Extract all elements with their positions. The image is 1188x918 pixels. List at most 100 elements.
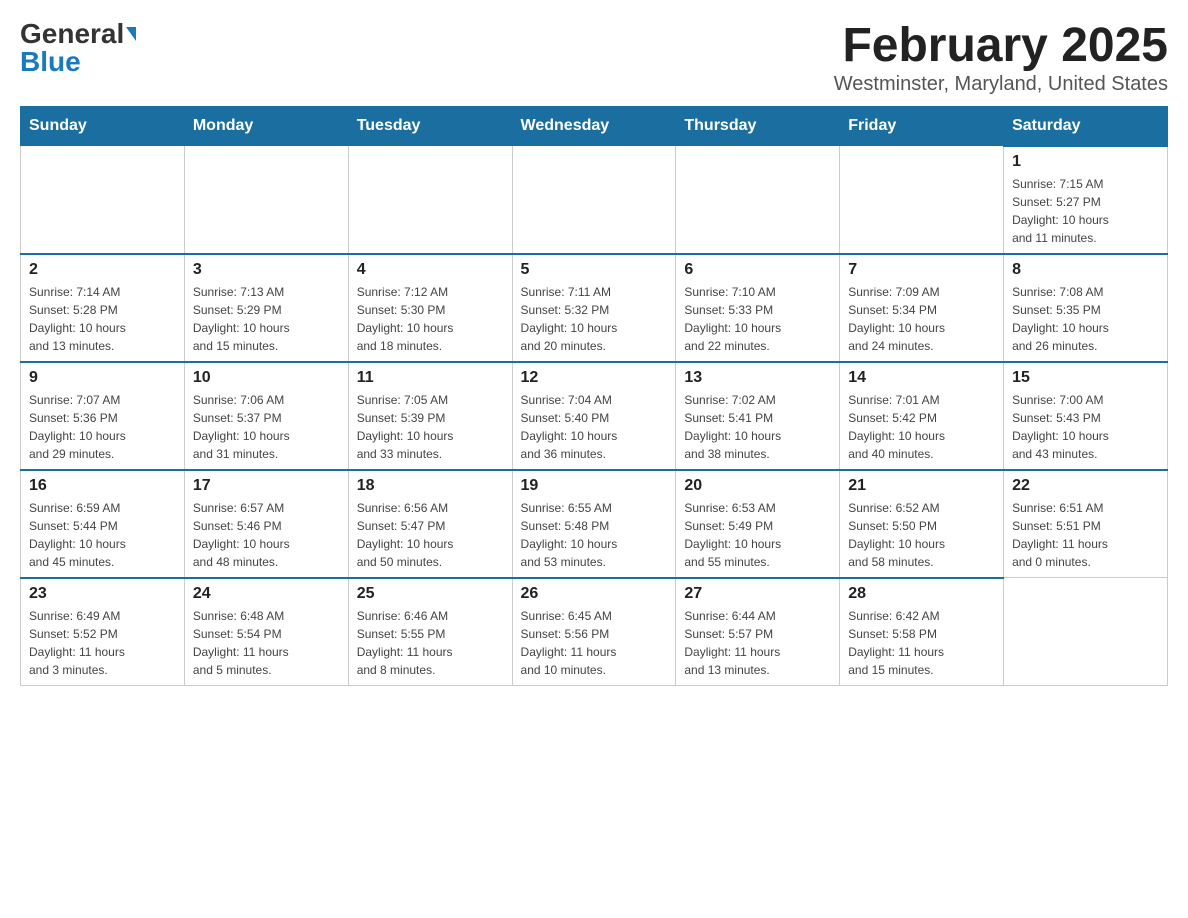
day-info: Sunrise: 7:01 AM Sunset: 5:42 PM Dayligh… [848, 391, 995, 463]
calendar-cell: 15 Sunrise: 7:00 AM Sunset: 5:43 PM Dayli… [1004, 362, 1168, 470]
calendar-cell: 1Sunrise: 7:15 AM Sunset: 5:27 PM Daylig… [1004, 146, 1168, 254]
calendar-cell: 4 Sunrise: 7:12 AM Sunset: 5:30 PM Daylig… [348, 254, 512, 362]
day-info: Sunrise: 6:51 AM Sunset: 5:51 PM Dayligh… [1012, 499, 1159, 571]
calendar-cell: 2 Sunrise: 7:14 AM Sunset: 5:28 PM Daylig… [21, 254, 185, 362]
day-info: Sunrise: 7:06 AM Sunset: 5:37 PM Dayligh… [193, 391, 340, 463]
day-header-tuesday: Tuesday [348, 106, 512, 146]
day-info: Sunrise: 6:44 AM Sunset: 5:57 PM Dayligh… [684, 607, 831, 679]
day-info: Sunrise: 6:49 AM Sunset: 5:52 PM Dayligh… [29, 607, 176, 679]
day-info: Sunrise: 7:13 AM Sunset: 5:29 PM Dayligh… [193, 283, 340, 355]
calendar-week-1: 1Sunrise: 7:15 AM Sunset: 5:27 PM Daylig… [21, 146, 1168, 254]
day-info: Sunrise: 7:02 AM Sunset: 5:41 PM Dayligh… [684, 391, 831, 463]
day-info: Sunrise: 6:57 AM Sunset: 5:46 PM Dayligh… [193, 499, 340, 571]
calendar-cell [348, 146, 512, 254]
day-info: Sunrise: 6:45 AM Sunset: 5:56 PM Dayligh… [521, 607, 668, 679]
day-number: 27 [684, 585, 831, 603]
day-header-thursday: Thursday [676, 106, 840, 146]
calendar-cell: 3 Sunrise: 7:13 AM Sunset: 5:29 PM Daylig… [184, 254, 348, 362]
calendar-week-2: 2 Sunrise: 7:14 AM Sunset: 5:28 PM Daylig… [21, 254, 1168, 362]
day-header-sunday: Sunday [21, 106, 185, 146]
day-number: 18 [357, 477, 504, 495]
day-info: Sunrise: 7:11 AM Sunset: 5:32 PM Dayligh… [521, 283, 668, 355]
day-number: 23 [29, 585, 176, 603]
calendar-cell: 25 Sunrise: 6:46 AM Sunset: 5:55 PM Dayli… [348, 578, 512, 686]
day-number: 16 [29, 477, 176, 495]
day-info: Sunrise: 7:07 AM Sunset: 5:36 PM Dayligh… [29, 391, 176, 463]
calendar-cell [676, 146, 840, 254]
day-number: 28 [848, 585, 995, 603]
day-info: Sunrise: 6:53 AM Sunset: 5:49 PM Dayligh… [684, 499, 831, 571]
calendar-cell: 11 Sunrise: 7:05 AM Sunset: 5:39 PM Dayli… [348, 362, 512, 470]
day-header-saturday: Saturday [1004, 106, 1168, 146]
day-number: 11 [357, 369, 504, 387]
day-header-wednesday: Wednesday [512, 106, 676, 146]
logo-triangle-icon [126, 27, 136, 41]
day-number: 10 [193, 369, 340, 387]
day-number: 24 [193, 585, 340, 603]
logo-general-text: General [20, 20, 124, 48]
day-info: Sunrise: 6:48 AM Sunset: 5:54 PM Dayligh… [193, 607, 340, 679]
day-number: 19 [521, 477, 668, 495]
day-number: 2 [29, 261, 176, 279]
calendar-cell [512, 146, 676, 254]
logo: General Blue [20, 20, 136, 76]
day-info: Sunrise: 7:09 AM Sunset: 5:34 PM Dayligh… [848, 283, 995, 355]
day-info: Sunrise: 6:59 AM Sunset: 5:44 PM Dayligh… [29, 499, 176, 571]
day-number: 14 [848, 369, 995, 387]
calendar-week-4: 16 Sunrise: 6:59 AM Sunset: 5:44 PM Dayli… [21, 470, 1168, 578]
day-number: 5 [521, 261, 668, 279]
day-number: 22 [1012, 477, 1159, 495]
calendar-cell: 14 Sunrise: 7:01 AM Sunset: 5:42 PM Dayli… [840, 362, 1004, 470]
calendar-cell [21, 146, 185, 254]
day-number: 3 [193, 261, 340, 279]
calendar-cell: 5 Sunrise: 7:11 AM Sunset: 5:32 PM Daylig… [512, 254, 676, 362]
day-header-friday: Friday [840, 106, 1004, 146]
calendar-cell: 23 Sunrise: 6:49 AM Sunset: 5:52 PM Dayli… [21, 578, 185, 686]
day-info: Sunrise: 7:05 AM Sunset: 5:39 PM Dayligh… [357, 391, 504, 463]
calendar-cell: 6 Sunrise: 7:10 AM Sunset: 5:33 PM Daylig… [676, 254, 840, 362]
day-number: 26 [521, 585, 668, 603]
day-info: Sunrise: 7:15 AM Sunset: 5:27 PM Dayligh… [1012, 175, 1159, 247]
calendar-cell [184, 146, 348, 254]
calendar-cell: 17 Sunrise: 6:57 AM Sunset: 5:46 PM Dayli… [184, 470, 348, 578]
calendar-cell [1004, 578, 1168, 686]
day-info: Sunrise: 7:10 AM Sunset: 5:33 PM Dayligh… [684, 283, 831, 355]
day-number: 21 [848, 477, 995, 495]
day-info: Sunrise: 6:56 AM Sunset: 5:47 PM Dayligh… [357, 499, 504, 571]
day-info: Sunrise: 7:00 AM Sunset: 5:43 PM Dayligh… [1012, 391, 1159, 463]
day-info: Sunrise: 7:14 AM Sunset: 5:28 PM Dayligh… [29, 283, 176, 355]
calendar-cell: 24 Sunrise: 6:48 AM Sunset: 5:54 PM Dayli… [184, 578, 348, 686]
calendar-cell: 26 Sunrise: 6:45 AM Sunset: 5:56 PM Dayli… [512, 578, 676, 686]
day-number: 7 [848, 261, 995, 279]
day-number: 8 [1012, 261, 1159, 279]
calendar-cell: 21Sunrise: 6:52 AM Sunset: 5:50 PM Dayli… [840, 470, 1004, 578]
logo-blue-text: Blue [20, 48, 81, 76]
day-number: 17 [193, 477, 340, 495]
calendar-table: SundayMondayTuesdayWednesdayThursdayFrid… [20, 106, 1168, 686]
day-info: Sunrise: 6:55 AM Sunset: 5:48 PM Dayligh… [521, 499, 668, 571]
calendar-cell: 18 Sunrise: 6:56 AM Sunset: 5:47 PM Dayli… [348, 470, 512, 578]
calendar-cell: 22 Sunrise: 6:51 AM Sunset: 5:51 PM Dayli… [1004, 470, 1168, 578]
calendar-subtitle: Westminster, Maryland, United States [834, 73, 1168, 96]
day-number: 25 [357, 585, 504, 603]
day-number: 20 [684, 477, 831, 495]
day-info: Sunrise: 6:46 AM Sunset: 5:55 PM Dayligh… [357, 607, 504, 679]
day-info: Sunrise: 7:04 AM Sunset: 5:40 PM Dayligh… [521, 391, 668, 463]
day-number: 9 [29, 369, 176, 387]
calendar-cell: 13 Sunrise: 7:02 AM Sunset: 5:41 PM Dayli… [676, 362, 840, 470]
calendar-week-5: 23 Sunrise: 6:49 AM Sunset: 5:52 PM Dayli… [21, 578, 1168, 686]
calendar-cell [840, 146, 1004, 254]
calendar-cell: 10 Sunrise: 7:06 AM Sunset: 5:37 PM Dayli… [184, 362, 348, 470]
day-number: 12 [521, 369, 668, 387]
day-number: 6 [684, 261, 831, 279]
page-header: General Blue February 2025 Westminster, … [20, 20, 1168, 96]
day-info: Sunrise: 7:12 AM Sunset: 5:30 PM Dayligh… [357, 283, 504, 355]
day-info: Sunrise: 6:42 AM Sunset: 5:58 PM Dayligh… [848, 607, 995, 679]
day-number: 15 [1012, 369, 1159, 387]
calendar-cell: 16 Sunrise: 6:59 AM Sunset: 5:44 PM Dayli… [21, 470, 185, 578]
calendar-title: February 2025 [834, 20, 1168, 73]
day-number: 4 [357, 261, 504, 279]
calendar-header-row: SundayMondayTuesdayWednesdayThursdayFrid… [21, 106, 1168, 146]
calendar-cell: 19 Sunrise: 6:55 AM Sunset: 5:48 PM Dayli… [512, 470, 676, 578]
day-number: 13 [684, 369, 831, 387]
